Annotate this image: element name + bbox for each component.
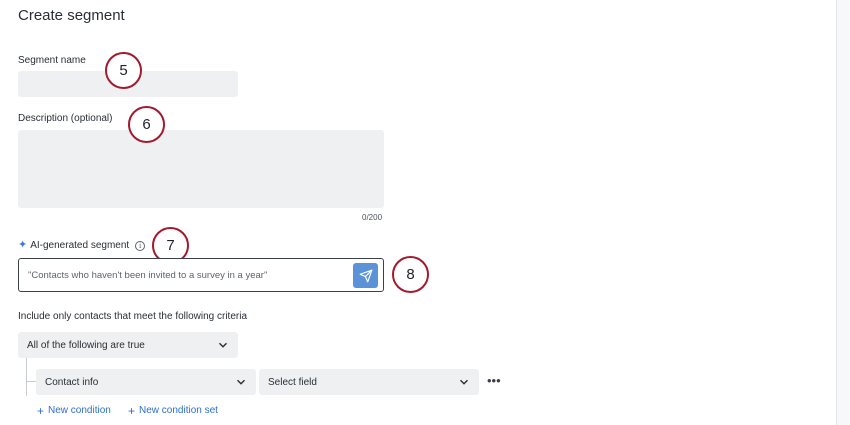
description-textarea[interactable] [18, 130, 384, 208]
sparkle-icon: ✦ [18, 239, 28, 251]
match-condition-value: All of the following are true [27, 339, 145, 351]
description-counter: 0/200 [362, 213, 383, 222]
callout-6: 6 [128, 106, 165, 143]
criteria-label: Include only contacts that meet the foll… [18, 311, 248, 322]
page-title: Create segment [18, 7, 125, 24]
info-icon[interactable]: i [135, 240, 146, 251]
chevron-down-icon [237, 379, 245, 385]
new-condition-label: New condition [48, 405, 111, 416]
send-icon [359, 269, 372, 282]
right-side-panel [837, 0, 850, 425]
description-label: Description (optional) [18, 113, 113, 124]
condition-type-value: Contact info [45, 376, 99, 388]
new-condition-set-label: New condition set [139, 405, 218, 416]
condition-field-value: Select field [268, 376, 317, 388]
more-options-icon[interactable]: ••• [487, 373, 501, 388]
condition-type-select[interactable]: Contact info [36, 369, 256, 395]
segment-name-label: Segment name [18, 55, 86, 66]
plus-icon: + [128, 403, 136, 418]
ai-segment-input[interactable]: "Contacts who haven't been invited to a … [18, 258, 384, 292]
chevron-down-icon [460, 379, 468, 385]
plus-icon: + [37, 403, 45, 418]
tree-connector-vertical [26, 358, 27, 396]
new-condition-link[interactable]: + New condition [37, 403, 111, 418]
match-condition-select[interactable]: All of the following are true [18, 332, 238, 358]
ai-segment-placeholder: "Contacts who haven't been invited to a … [28, 270, 268, 281]
ai-segment-label: AI-generated segment [30, 240, 130, 251]
callout-5: 5 [105, 52, 142, 89]
new-condition-set-link[interactable]: + New condition set [128, 403, 218, 418]
condition-field-select[interactable]: Select field [259, 369, 479, 395]
chevron-down-icon [219, 342, 227, 348]
ai-segment-header: ✦ AI-generated segment i [18, 239, 146, 251]
tree-connector-horizontal [26, 381, 36, 382]
callout-8: 8 [392, 256, 429, 293]
send-button[interactable] [353, 263, 378, 288]
